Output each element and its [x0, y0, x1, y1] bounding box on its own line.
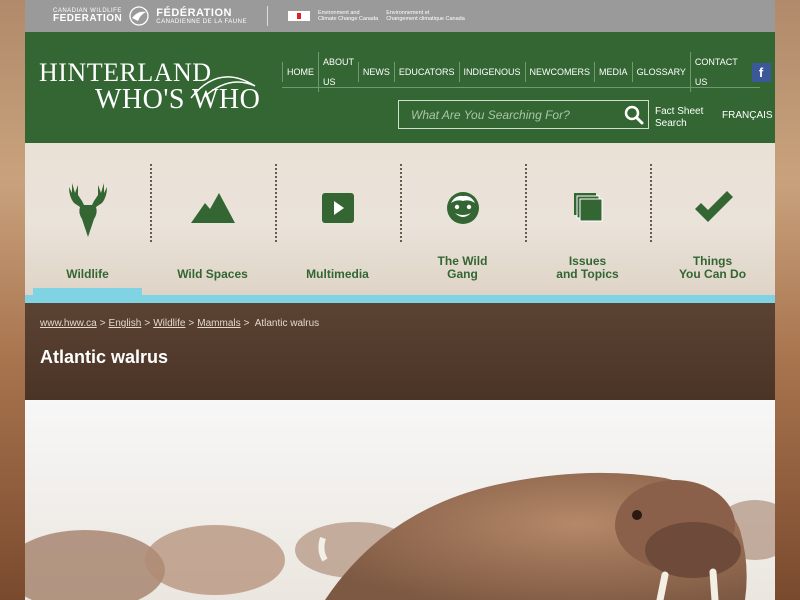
canada-flag-icon: [287, 11, 310, 21]
nav-newcomers[interactable]: NEWCOMERS: [524, 62, 595, 82]
page-title: Atlantic walrus: [40, 347, 169, 367]
category-label: Wild Spaces: [177, 267, 248, 281]
category-wild-spaces[interactable]: Wild Spaces: [150, 143, 275, 295]
search-icon[interactable]: [623, 104, 645, 126]
category-label: Wildlife: [66, 267, 109, 281]
category-issues-topics[interactable]: Issues and Topics: [525, 143, 650, 295]
cwf-big-label: FEDERATION: [53, 13, 123, 24]
face-icon: [446, 192, 479, 224]
language-toggle[interactable]: FRANÇAIS: [722, 110, 773, 121]
eccc-logo[interactable]: Environment and Climate Change Canada En…: [287, 9, 465, 22]
pages-icon: [573, 193, 602, 222]
breadcrumb-separator: >: [99, 318, 106, 329]
search-input[interactable]: [399, 107, 623, 122]
nav-educators[interactable]: EDUCATORS: [393, 62, 459, 82]
fcf-small-label: CANADIENNE DE LA FAUNE: [156, 18, 247, 25]
bird-icon: [129, 6, 149, 26]
nav-indigenous[interactable]: INDIGENOUS: [458, 62, 525, 82]
search-box: [398, 100, 649, 129]
nav-news[interactable]: NEWS: [357, 62, 394, 82]
category-things-you-can-do[interactable]: Things You Can Do: [650, 143, 775, 295]
page: CANADIAN WILDLIFE FEDERATION FÉDÉRATION …: [25, 0, 775, 600]
category-label: Things You Can Do: [678, 254, 747, 281]
nav-divider: [282, 87, 760, 88]
social-links: f YouTube: [751, 62, 775, 82]
breadcrumb-current: Atlantic walrus: [254, 318, 320, 329]
site-header: HINTERLAND WHO'S WHO HOME ABOUT US NEWS …: [25, 32, 775, 143]
fact-sheet-search-link[interactable]: Fact Sheet Search: [655, 106, 703, 130]
category-bar: Wildlife Wild Spaces Multimedia The Wild…: [25, 143, 775, 303]
breadcrumb-separator: >: [188, 318, 195, 329]
nav-glossary[interactable]: GLOSSARY: [631, 62, 690, 82]
play-icon: [321, 193, 354, 223]
breadcrumb: www.hww.ca > English > Wildlife > Mammals > Atl…: [40, 318, 775, 329]
category-wildlife[interactable]: Wildlife: [25, 143, 150, 295]
eccc-fr-label: Environnement et Changement climatique C…: [386, 9, 465, 22]
nav-contact-us[interactable]: CONTACT US: [689, 52, 742, 92]
walrus-photo: [25, 400, 775, 600]
category-underline: [25, 295, 775, 303]
facebook-icon[interactable]: f: [751, 62, 771, 82]
nav-home[interactable]: HOME: [282, 62, 318, 82]
breadcrumb-english[interactable]: English: [109, 318, 142, 329]
nav-about-us[interactable]: ABOUT US: [318, 52, 358, 92]
breadcrumb-mammals[interactable]: Mammals: [197, 318, 240, 329]
breadcrumb-separator: >: [243, 318, 250, 329]
deer-icon: [68, 183, 107, 237]
category-label: Issues and Topics: [556, 254, 619, 281]
partner-bar: CANADIAN WILDLIFE FEDERATION FÉDÉRATION …: [25, 0, 775, 32]
fcf-big-label: FÉDÉRATION: [156, 6, 232, 19]
mountain-icon: [190, 193, 235, 223]
hww-logo[interactable]: HINTERLAND WHO'S WHO: [39, 58, 260, 116]
swoosh-icon: [190, 76, 256, 99]
category-multimedia[interactable]: Multimedia: [275, 143, 400, 295]
cwf-logo[interactable]: CANADIAN WILDLIFE FEDERATION FÉDÉRATION …: [53, 6, 247, 26]
hero-walrus-image: [25, 400, 775, 600]
category-label: Multimedia: [306, 267, 369, 281]
title-band: www.hww.ca > English > Wildlife > Mammals > Atl…: [25, 303, 775, 400]
checkmark-icon: [694, 191, 733, 222]
nav-media[interactable]: MEDIA: [594, 62, 632, 82]
breadcrumb-home[interactable]: www.hww.ca: [40, 318, 97, 329]
category-wild-gang[interactable]: The Wild Gang: [400, 143, 525, 295]
main-nav: HOME ABOUT US NEWS EDUCATORS INDIGENOUS …: [282, 52, 775, 92]
breadcrumb-wildlife[interactable]: Wildlife: [153, 318, 185, 329]
eccc-en-label: Environment and Climate Change Canada: [317, 9, 379, 22]
category-label: The Wild Gang: [437, 254, 488, 281]
breadcrumb-separator: >: [144, 318, 151, 329]
divider: [266, 6, 268, 26]
